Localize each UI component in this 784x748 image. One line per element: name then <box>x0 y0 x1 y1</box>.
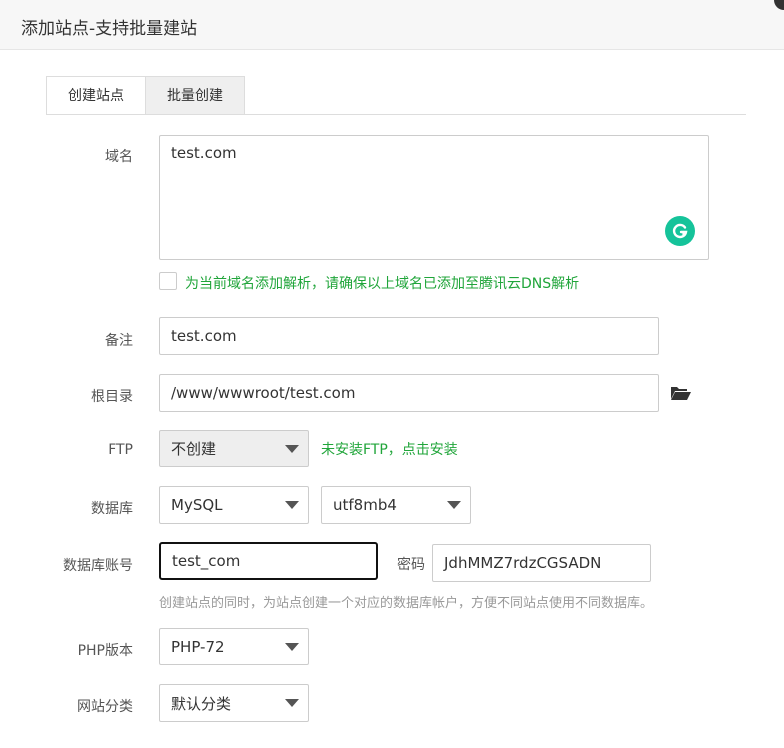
root-dir-input[interactable]: /www/wwwroot/test.com <box>159 374 659 412</box>
domain-textarea[interactable]: test.com <box>159 135 709 260</box>
ftp-selected-value: 不创建 <box>171 440 217 458</box>
database-label: 数据库 <box>91 501 133 517</box>
chevron-down-icon <box>285 501 299 509</box>
remark-label: 备注 <box>105 333 133 349</box>
site-category-value: 默认分类 <box>171 694 232 713</box>
database-charset-value: utf8mb4 <box>333 496 397 514</box>
root-dir-value: /www/wwwroot/test.com <box>171 384 356 402</box>
dialog-header: 添加站点-支持批量建站 <box>0 0 784 50</box>
site-category-label: 网站分类 <box>77 699 133 715</box>
ftp-install-link[interactable]: 未安装FTP，点击安装 <box>321 439 458 459</box>
database-type-value: MySQL <box>171 496 223 514</box>
ftp-select[interactable]: 不创建 <box>159 430 309 467</box>
root-dir-label: 根目录 <box>91 389 133 405</box>
database-charset-select[interactable]: utf8mb4 <box>321 486 471 524</box>
chevron-down-icon <box>285 699 299 707</box>
chevron-down-icon <box>285 444 299 453</box>
db-password-input[interactable]: JdhMMZ7rdzCGSADN <box>432 544 651 582</box>
tab-create-site[interactable]: 创建站点 <box>46 76 146 115</box>
ftp-label: FTP <box>108 442 133 458</box>
dns-checkbox[interactable] <box>159 272 177 290</box>
dialog-title: 添加站点-支持批量建站 <box>21 19 198 39</box>
php-version-label: PHP版本 <box>77 643 133 659</box>
db-account-label: 数据库账号 <box>63 558 133 574</box>
site-category-select[interactable]: 默认分类 <box>159 684 309 722</box>
db-account-value: test_com <box>172 552 241 570</box>
php-version-select[interactable]: PHP-72 <box>159 628 309 665</box>
php-version-value: PHP-72 <box>171 637 225 656</box>
tab-divider <box>46 114 746 115</box>
domain-label: 域名 <box>105 149 133 165</box>
db-password-value: JdhMMZ7rdzCGSADN <box>444 554 602 572</box>
tab-batch-create[interactable]: 批量创建 <box>145 76 245 115</box>
remark-value: test.com <box>171 327 237 345</box>
domain-value: test.com <box>171 144 237 162</box>
database-type-select[interactable]: MySQL <box>159 486 309 524</box>
grammarly-icon[interactable] <box>665 216 695 246</box>
db-account-input[interactable]: test_com <box>159 542 378 580</box>
remark-input[interactable]: test.com <box>159 317 659 355</box>
dns-checkbox-label[interactable]: 为当前域名添加解析，请确保以上域名已添加至腾讯云DNS解析 <box>185 273 579 293</box>
folder-open-icon[interactable] <box>670 385 692 405</box>
chevron-down-icon <box>285 642 299 651</box>
chevron-down-icon <box>447 501 461 509</box>
db-account-hint: 创建站点的同时，为站点创建一个对应的数据库帐户，方便不同站点使用不同数据库。 <box>159 596 654 611</box>
db-password-label: 密码 <box>397 557 425 573</box>
